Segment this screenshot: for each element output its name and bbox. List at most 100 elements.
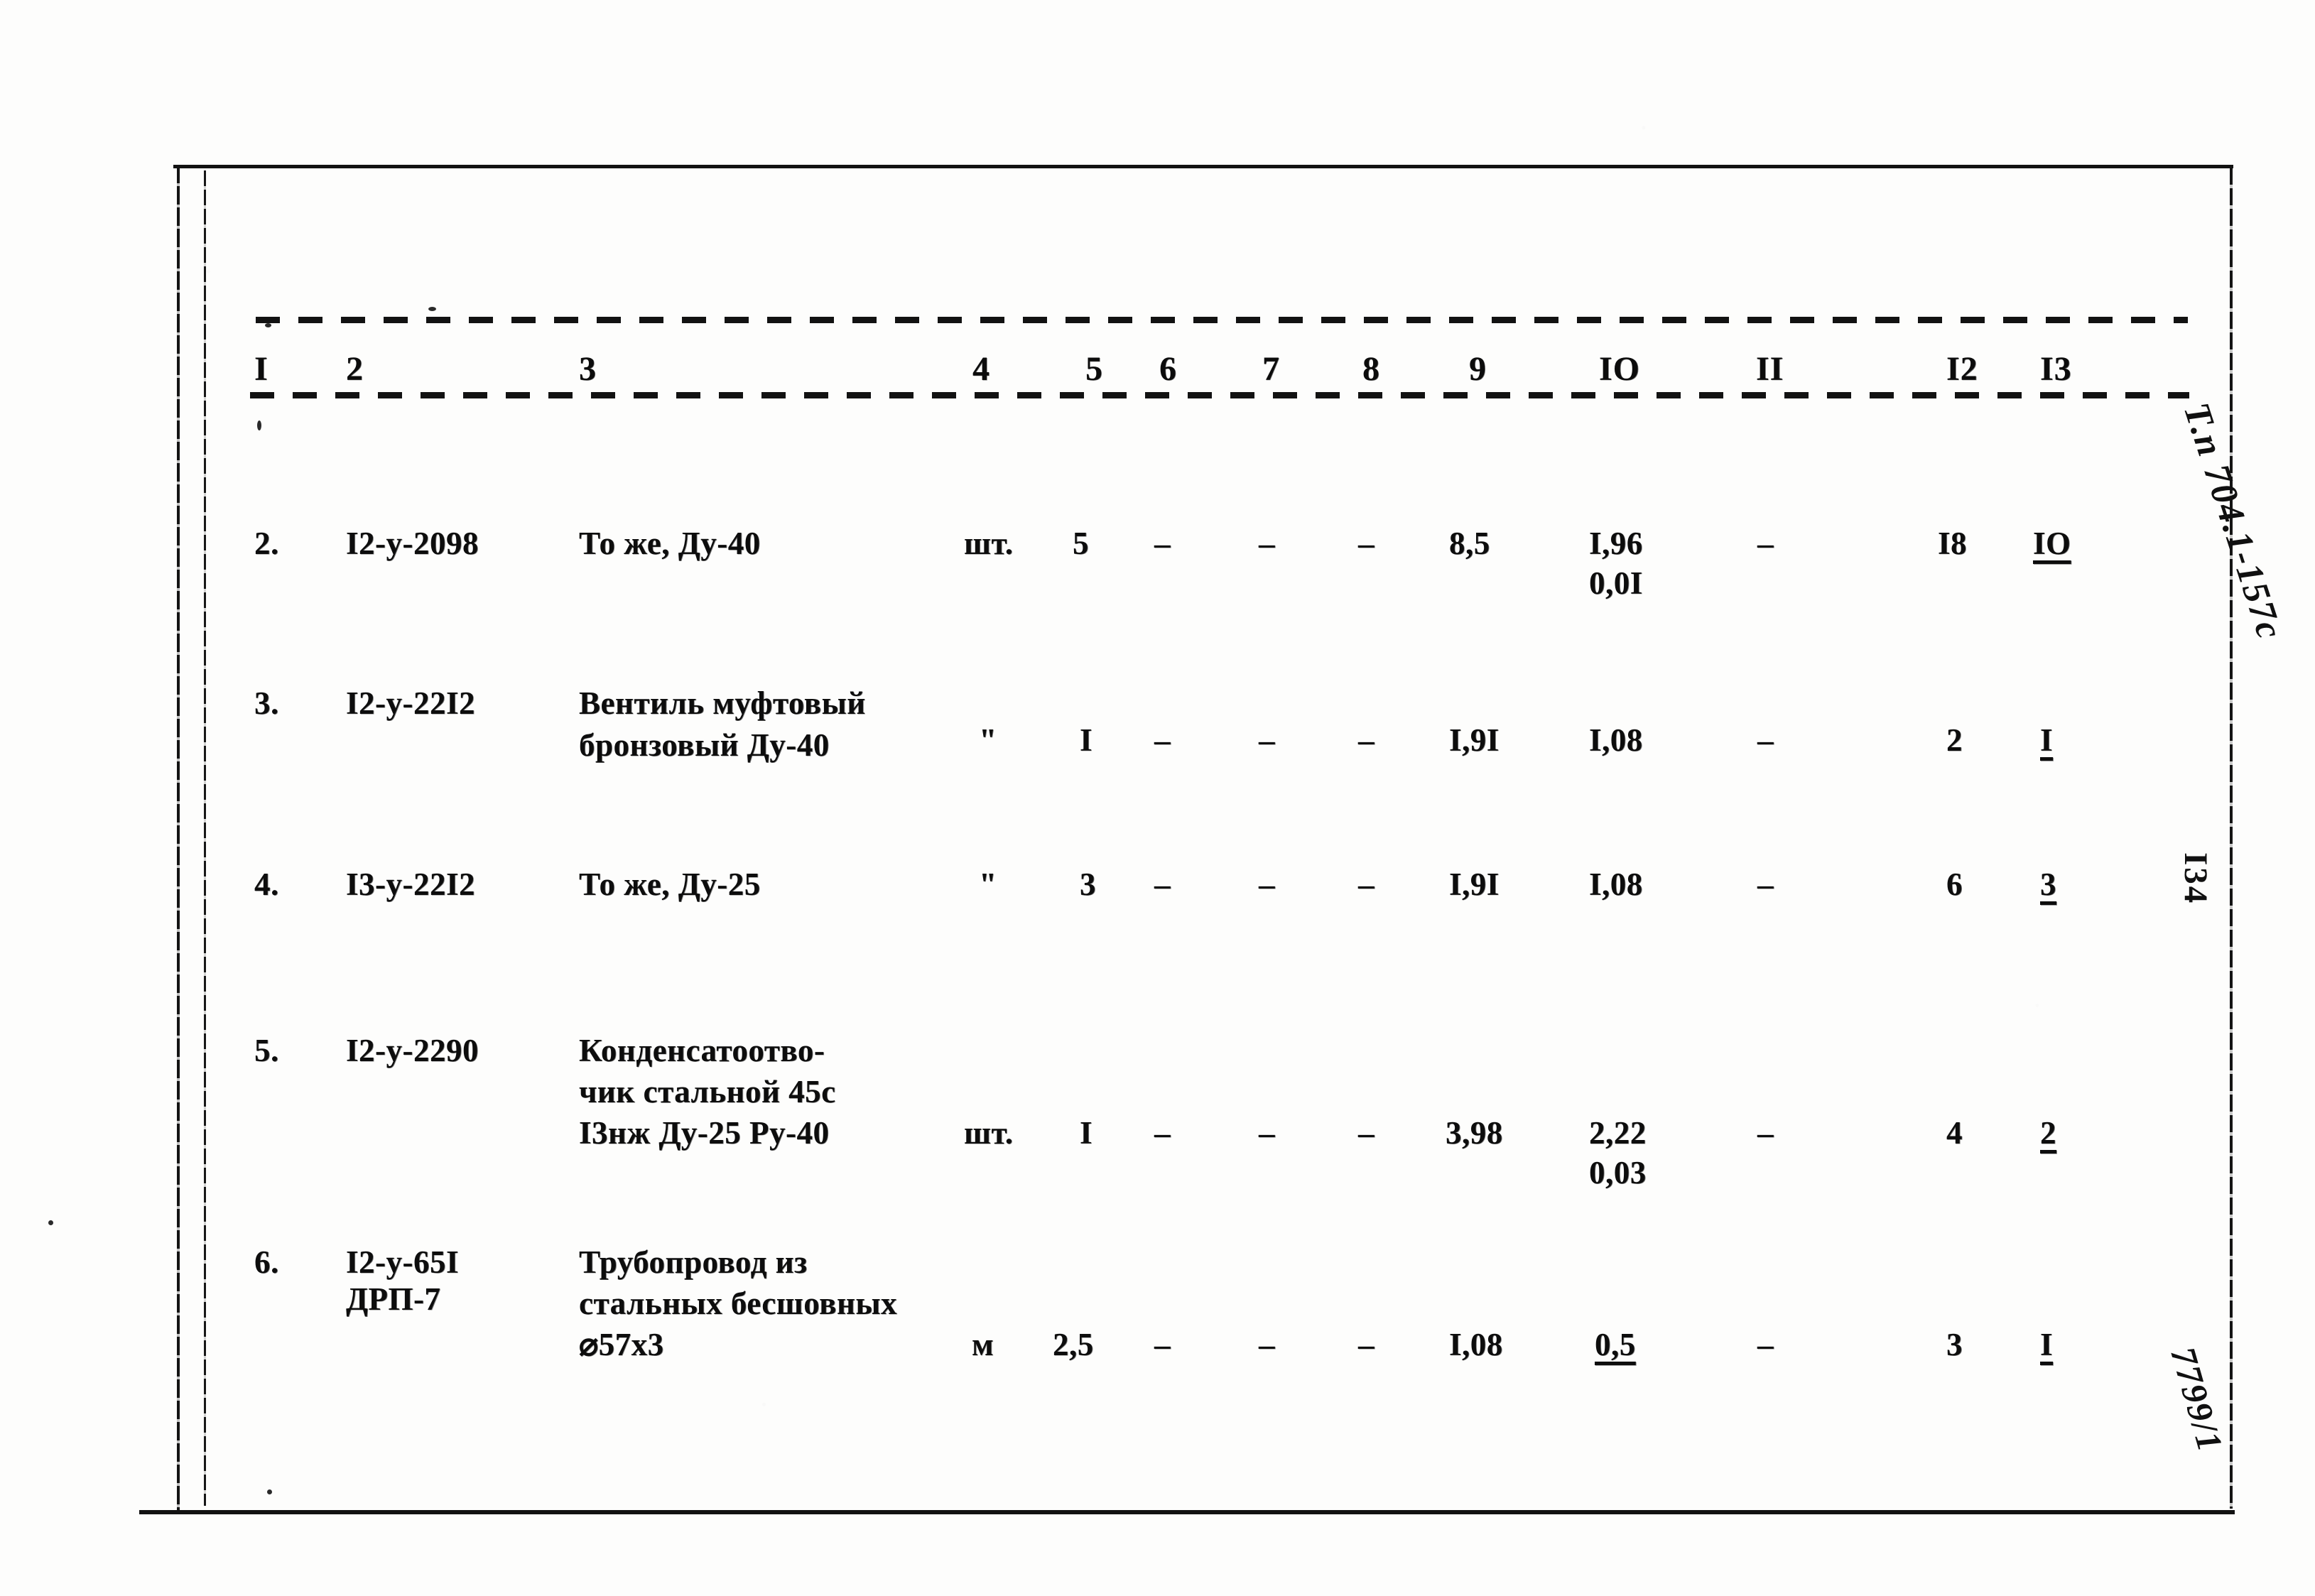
column-number-11: II xyxy=(1756,350,1784,388)
scan-speck xyxy=(265,323,271,327)
item-code: I2-у-65I xyxy=(346,1244,459,1280)
col12-value: 3 xyxy=(1946,1327,1963,1362)
col8-value: – xyxy=(1358,526,1375,561)
col7-value: – xyxy=(1259,526,1275,561)
unit-cell: шт. xyxy=(964,526,1014,561)
unit-cell: шт. xyxy=(964,1115,1014,1151)
scan-speck xyxy=(428,307,436,311)
row-number: 6. xyxy=(254,1244,279,1280)
item-name-line-1: То же, Ду-25 xyxy=(579,867,761,902)
col11-value: – xyxy=(1757,722,1774,758)
column-number-2: 2 xyxy=(346,350,364,388)
col13-value: I xyxy=(2040,1327,2054,1362)
table-row: 3. I2-у-22I2 Вентиль муфтовый бронзовый … xyxy=(0,657,2315,831)
col6-value: – xyxy=(1154,1327,1171,1362)
col6-value: – xyxy=(1154,867,1171,902)
column-number-8: 8 xyxy=(1362,350,1380,388)
item-name-line-3: ⌀57х3 xyxy=(579,1327,664,1362)
scan-speck xyxy=(48,1220,53,1225)
row-number: 5. xyxy=(254,1033,279,1068)
col8-value: – xyxy=(1358,1115,1375,1151)
col6-value: – xyxy=(1154,526,1171,561)
column-number-12: I2 xyxy=(1946,350,1978,388)
col5-value: 2,5 xyxy=(1053,1327,1094,1362)
col9-value: 3,98 xyxy=(1446,1115,1503,1151)
col10-sub-value: 0,0I xyxy=(1589,565,1643,601)
col10-main-value: 0,5 xyxy=(1595,1327,1636,1362)
col10-main-value: I,08 xyxy=(1589,867,1643,902)
unit-cell: м xyxy=(972,1327,994,1362)
scan-speck xyxy=(267,1489,272,1494)
col10-main-value: I,08 xyxy=(1589,722,1643,758)
scanned-page: I 2 3 4 5 6 7 8 9 IO II I2 I3 2. I2-у-20… xyxy=(0,0,2315,1596)
column-number-7: 7 xyxy=(1262,350,1280,388)
spec-table-body: 2. I2-у-2098 То же, Ду-40 шт. 5 – – – 8,… xyxy=(0,490,2315,1421)
item-code: I2-у-22I2 xyxy=(346,685,475,721)
item-name-line-2: бронзовый Ду-40 xyxy=(579,727,830,763)
col11-value: – xyxy=(1757,526,1774,561)
column-number-4: 4 xyxy=(972,350,990,388)
table-row: 4. I3-у-22I2 То же, Ду-25 " 3 – – – I,9I… xyxy=(0,831,2315,994)
col7-value: – xyxy=(1259,867,1275,902)
frame-top-border xyxy=(173,165,2233,168)
column-number-3: 3 xyxy=(579,350,597,388)
col11-value: – xyxy=(1757,1115,1774,1151)
table-row: 6. I2-у-65I ДРП-7 Трубопровод из стальны… xyxy=(0,1207,2315,1421)
col7-value: – xyxy=(1259,722,1275,758)
item-code: I2-у-2098 xyxy=(346,526,479,561)
column-number-9: 9 xyxy=(1469,350,1487,388)
col13-value: IO xyxy=(2033,526,2071,561)
table-row: 5. I2-у-2290 Конденсатоотво- чик стально… xyxy=(0,994,2315,1207)
unit-cell: " xyxy=(979,722,997,758)
frame-bottom-border xyxy=(139,1510,2235,1514)
column-number-5: 5 xyxy=(1085,350,1103,388)
row-number: 4. xyxy=(254,867,279,902)
item-name-line-1: Конденсатоотво- xyxy=(579,1033,825,1068)
col13-value: I xyxy=(2040,722,2054,758)
column-number-10: IO xyxy=(1599,350,1641,388)
scan-speck xyxy=(257,420,261,430)
col9-value: I,9I xyxy=(1449,722,1500,758)
col7-value: – xyxy=(1259,1327,1275,1362)
item-name-line-1: Трубопровод из xyxy=(579,1244,808,1280)
col5-value: 3 xyxy=(1080,867,1096,902)
col5-value: I xyxy=(1080,722,1093,758)
col9-value: I,9I xyxy=(1449,867,1500,902)
col10-main-value: I,96 xyxy=(1589,526,1643,561)
col12-value: 4 xyxy=(1946,1115,1963,1151)
col5-value: 5 xyxy=(1073,526,1089,561)
item-name-line-3: I3нж Ду-25 Ру-40 xyxy=(579,1115,830,1151)
col9-value: 8,5 xyxy=(1449,526,1490,561)
col7-value: – xyxy=(1259,1115,1275,1151)
item-code: I2-у-2290 xyxy=(346,1033,479,1068)
col6-value: – xyxy=(1154,1115,1171,1151)
col11-value: – xyxy=(1757,867,1774,902)
item-name-line-2: стальных бесшовных xyxy=(579,1286,898,1321)
col13-value: 2 xyxy=(2040,1115,2056,1151)
table-row: 2. I2-у-2098 То же, Ду-40 шт. 5 – – – 8,… xyxy=(0,490,2315,657)
unit-cell: " xyxy=(979,867,997,902)
col8-value: – xyxy=(1358,867,1375,902)
col12-value: I8 xyxy=(1938,526,1968,561)
col11-value: – xyxy=(1757,1327,1774,1362)
column-number-13: I3 xyxy=(2040,350,2072,388)
col12-value: 2 xyxy=(1946,722,1963,758)
col9-value: I,08 xyxy=(1449,1327,1503,1362)
row-number: 2. xyxy=(254,526,279,561)
table-top-dashed-rule xyxy=(256,317,2188,323)
col13-value: 3 xyxy=(2040,867,2056,902)
item-name-line-1: То же, Ду-40 xyxy=(579,526,761,561)
col8-value: – xyxy=(1358,722,1375,758)
item-code-line-2: ДРП-7 xyxy=(346,1281,441,1317)
row-number: 3. xyxy=(254,685,279,721)
item-name-line-2: чик стальной 45с xyxy=(579,1074,836,1109)
column-number-row: I 2 3 4 5 6 7 8 9 IO II I2 I3 xyxy=(0,349,2315,395)
item-code: I3-у-22I2 xyxy=(346,867,475,902)
item-name-line-1: Вентиль муфтовый xyxy=(579,685,866,721)
col5-value: I xyxy=(1080,1115,1093,1151)
column-number-6: 6 xyxy=(1159,350,1177,388)
col12-value: 6 xyxy=(1946,867,1963,902)
col6-value: – xyxy=(1154,722,1171,758)
col8-value: – xyxy=(1358,1327,1375,1362)
page-number: I34 xyxy=(2177,852,2214,906)
